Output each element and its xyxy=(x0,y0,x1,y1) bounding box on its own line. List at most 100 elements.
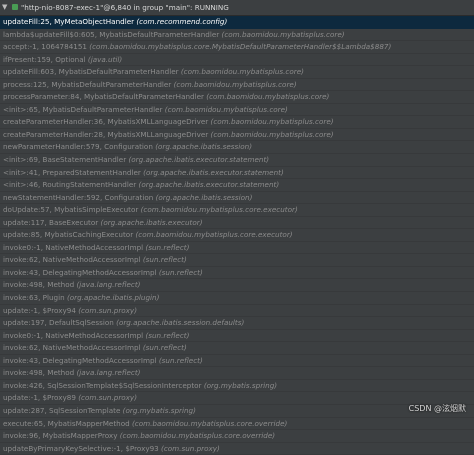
stack-frame-row[interactable]: invoke:62, NativeMethodAccessorImpl (sun… xyxy=(0,254,474,267)
frame-package: (java.util) xyxy=(87,54,123,64)
frame-method: ifPresent:159, Optional xyxy=(3,54,86,64)
frame-method: lambda$updateFill$0:605, MybatisDefaultP… xyxy=(3,29,220,39)
thread-header[interactable]: ▼ "http-nio-8087-exec-1"@6,840 in group … xyxy=(0,0,474,16)
frames-list[interactable]: updateFill:25, MyMetaObjectHandler (com.… xyxy=(0,16,474,455)
frame-package: (sun.reflect) xyxy=(145,242,190,252)
frame-package: (org.apache.ibatis.session) xyxy=(155,192,253,202)
frame-method: updateFill:25, MyMetaObjectHandler xyxy=(3,17,135,26)
frame-method: invoke:63, Plugin xyxy=(3,293,65,303)
frame-method: update:197, DefaultSqlSession xyxy=(3,318,114,328)
frame-package: (com.baomidou.mybatisplus.core.override) xyxy=(131,418,288,428)
frame-method: createParameterHandler:28, MybatisXMLLan… xyxy=(3,129,209,139)
frame-package: (com.recommend.config) xyxy=(136,17,228,26)
stack-frame-row[interactable]: update:117, BaseExecutor (org.apache.iba… xyxy=(0,217,474,230)
frame-method: update:287, SqlSessionTemplate xyxy=(3,405,121,415)
frame-package: (org.apache.ibatis.session) xyxy=(155,142,252,152)
stack-frame-row[interactable]: updateFill:25, MyMetaObjectHandler (com.… xyxy=(0,16,474,29)
stack-frame-row[interactable]: invoke:426, SqlSessionTemplate$SqlSessio… xyxy=(0,380,474,393)
stack-frame-row[interactable]: update:287, SqlSessionTemplate (org.myba… xyxy=(0,405,474,418)
frame-method: <init>:69, BaseStatementHandler xyxy=(3,155,127,165)
frame-package: (com.baomidou.mybatisplus.core) xyxy=(210,117,334,127)
frame-package: (sun.reflect) xyxy=(158,267,203,277)
stack-frame-row[interactable]: <init>:46, RoutingStatementHandler (org.… xyxy=(0,179,474,192)
stack-frame-row[interactable]: doUpdate:57, MybatisSimpleExecutor (com.… xyxy=(0,204,474,217)
frame-method: accept:-1, 1064784151 xyxy=(3,42,87,52)
frame-method: <init>:41, PreparedStatementHandler xyxy=(3,167,141,177)
stack-frame-row[interactable]: updateByPrimaryKeySelective:-1, $Proxy93… xyxy=(0,443,474,455)
frame-package: (com.baomidou.mybatisplus.core) xyxy=(173,79,297,89)
stack-frame-row[interactable]: invoke:498, Method (java.lang.reflect) xyxy=(0,279,474,293)
frame-package: (org.apache.ibatis.executor) xyxy=(100,217,203,227)
frame-method: invoke:498, Method xyxy=(3,368,75,378)
frame-package: (com.baomidou.mybatisplus.core.executor) xyxy=(135,230,293,240)
frame-package: (com.baomidou.mybatisplus.core.override) xyxy=(119,431,276,441)
stack-frame-row[interactable]: updateFill:603, MybatisDefaultParameterH… xyxy=(0,66,474,79)
frame-package: (com.baomidou.mybatisplus.core.MybatisDe… xyxy=(89,42,392,52)
frame-method: invoke:43, DelegatingMethodAccessorImpl xyxy=(3,267,157,277)
stack-frame-row[interactable]: processParameter:84, MybatisDefaultParam… xyxy=(0,91,474,104)
frame-method: updateFill:603, MybatisDefaultParameterH… xyxy=(3,67,179,77)
stack-frame-row[interactable]: update:-1, $Proxy94 (com.sun.proxy) xyxy=(0,305,474,318)
thread-title: "http-nio-8087-exec-1"@6,840 in group "m… xyxy=(21,3,229,12)
frame-package: (com.baomidou.mybatisplus.core) xyxy=(164,104,288,114)
frame-package: (org.mybatis.spring) xyxy=(203,380,278,390)
frame-method: newStatementHandler:592, Configuration xyxy=(3,192,154,202)
stack-frame-row[interactable]: <init>:41, PreparedStatementHandler (org… xyxy=(0,167,474,180)
frame-method: process:125, MybatisDefaultParameterHand… xyxy=(3,79,172,89)
stack-frame-row[interactable]: ifPresent:159, Optional (java.util) xyxy=(0,54,474,67)
frame-package: (com.sun.proxy) xyxy=(161,443,220,453)
frame-package: (com.baomidou.mybatisplus.core.executor) xyxy=(140,205,298,215)
frame-method: invoke0:-1, NativeMethodAccessorImpl xyxy=(3,242,144,252)
frame-method: invoke:96, MybatisMapperProxy xyxy=(3,431,118,441)
frame-package: (org.apache.ibatis.executor.statement) xyxy=(143,167,284,177)
frame-package: (org.apache.ibatis.session.defaults) xyxy=(116,318,245,328)
stack-frame-row[interactable]: newParameterHandler:579, Configuration (… xyxy=(0,141,474,155)
frame-package: (sun.reflect) xyxy=(158,355,203,365)
frame-package: (java.lang.reflect) xyxy=(76,368,141,378)
watermark: CSDN @泫烟默 xyxy=(408,404,466,413)
frame-method: update:-1, $Proxy94 xyxy=(3,305,76,315)
stack-frame-row[interactable]: invoke:96, MybatisMapperProxy (com.baomi… xyxy=(0,430,474,443)
stack-frame-row[interactable]: lambda$updateFill$0:605, MybatisDefaultP… xyxy=(0,29,474,42)
stack-frame-row[interactable]: invoke:43, DelegatingMethodAccessorImpl … xyxy=(0,355,474,368)
frame-method: update:-1, $Proxy89 xyxy=(3,393,76,403)
chevron-down-icon[interactable]: ▼ xyxy=(2,0,7,15)
stack-frame-row[interactable]: createParameterHandler:28, MybatisXMLLan… xyxy=(0,129,474,142)
stack-frame-row[interactable]: <init>:65, MybatisDefaultParameterHandle… xyxy=(0,104,474,117)
frame-method: <init>:65, MybatisDefaultParameterHandle… xyxy=(3,104,163,114)
thread-running-icon xyxy=(12,4,18,10)
stack-frame-row[interactable]: update:-1, $Proxy89 (com.sun.proxy) xyxy=(0,392,474,405)
stack-frame-row[interactable]: update:85, MybatisCachingExecutor (com.b… xyxy=(0,229,474,242)
frame-method: createParameterHandler:36, MybatisXMLLan… xyxy=(3,117,209,127)
stack-frame-row[interactable]: invoke:63, Plugin (org.apache.ibatis.plu… xyxy=(0,292,474,305)
stack-frame-row[interactable]: createParameterHandler:36, MybatisXMLLan… xyxy=(0,116,474,129)
stack-frame-row[interactable]: invoke:498, Method (java.lang.reflect) xyxy=(0,367,474,380)
frame-method: <init>:46, RoutingStatementHandler xyxy=(3,180,137,190)
frame-package: (com.baomidou.mybatisplus.core) xyxy=(206,92,330,102)
frame-package: (org.apache.ibatis.plugin) xyxy=(66,293,160,303)
frame-package: (sun.reflect) xyxy=(142,343,187,353)
frame-method: invoke:498, Method xyxy=(3,280,75,290)
frame-method: execute:65, MybatisMapperMethod xyxy=(3,418,130,428)
frame-method: invoke:426, SqlSessionTemplate$SqlSessio… xyxy=(3,380,202,390)
stack-frame-row[interactable]: invoke0:-1, NativeMethodAccessorImpl (su… xyxy=(0,242,474,255)
stack-frame-row[interactable]: invoke:43, DelegatingMethodAccessorImpl … xyxy=(0,267,474,280)
stack-frame-row[interactable]: invoke:62, NativeMethodAccessorImpl (sun… xyxy=(0,342,474,355)
stack-frame-row[interactable]: process:125, MybatisDefaultParameterHand… xyxy=(0,79,474,92)
frame-method: invoke0:-1, NativeMethodAccessorImpl xyxy=(3,330,144,340)
frame-package: (com.baomidou.mybatisplus.core) xyxy=(210,129,334,139)
frame-package: (sun.reflect) xyxy=(145,330,190,340)
stack-frame-row[interactable]: newStatementHandler:592, Configuration (… xyxy=(0,192,474,205)
stack-frame-row[interactable]: accept:-1, 1064784151 (com.baomidou.myba… xyxy=(0,41,474,54)
stack-frame-row[interactable]: invoke0:-1, NativeMethodAccessorImpl (su… xyxy=(0,330,474,343)
frame-method: invoke:62, NativeMethodAccessorImpl xyxy=(3,255,141,265)
stack-frame-row[interactable]: update:197, DefaultSqlSession (org.apach… xyxy=(0,317,474,330)
stack-frame-row[interactable]: <init>:69, BaseStatementHandler (org.apa… xyxy=(0,154,474,167)
frame-method: processParameter:84, MybatisDefaultParam… xyxy=(3,92,204,102)
frame-package: (java.lang.reflect) xyxy=(76,280,141,290)
frame-package: (com.baomidou.mybatisplus.core) xyxy=(180,67,304,77)
stack-frame-row[interactable]: execute:65, MybatisMapperMethod (com.bao… xyxy=(0,418,474,431)
frame-method: doUpdate:57, MybatisSimpleExecutor xyxy=(3,205,139,215)
frame-package: (org.apache.ibatis.executor.statement) xyxy=(138,180,280,190)
frame-package: (com.sun.proxy) xyxy=(78,305,137,315)
